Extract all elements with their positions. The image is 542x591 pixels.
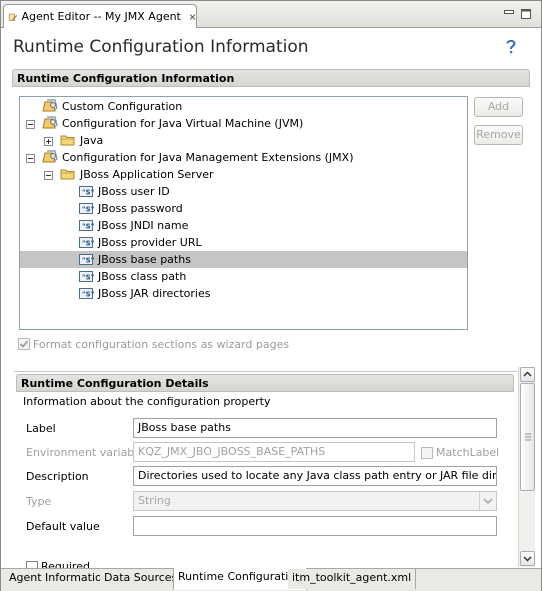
tree-item-label: Configuration for Java Virtual Machine (… <box>62 117 304 130</box>
config-icon <box>42 116 58 130</box>
config-tree[interactable]: Custom Configuration Configuration for Ja… <box>19 96 468 330</box>
svg-text:"S": "S" <box>82 189 94 197</box>
tree-item-label: JBoss class path <box>98 270 187 283</box>
collapse-icon[interactable] <box>44 170 53 180</box>
env-var-field[interactable]: KQZ_JMX_JBO_JBOSS_BASE_PATHS <box>133 442 415 462</box>
page-title: Runtime Configuration Information <box>13 37 309 57</box>
type-value: String <box>138 494 171 507</box>
agent-editor-icon <box>8 13 18 21</box>
description-field[interactable]: Directories used to locate any Java clas… <box>133 466 497 486</box>
tree-item[interactable]: "S" JBoss password <box>20 200 467 217</box>
string-property-icon: "S" <box>78 235 94 249</box>
tree-item[interactable]: JBoss Application Server <box>20 166 467 183</box>
matchlabel-option[interactable]: MatchLabel <box>421 446 499 459</box>
editor-tab-title: Agent Editor -- My JMX Agent <box>21 10 181 23</box>
details-scrollbar[interactable] <box>518 367 535 567</box>
chevron-up-icon <box>523 371 532 377</box>
minimize-icon[interactable] <box>503 8 516 20</box>
string-property-icon: "S" <box>78 218 94 232</box>
folder-icon <box>60 167 76 181</box>
tab-agent-information[interactable]: Agent Information <box>5 569 114 589</box>
svg-text:"S": "S" <box>82 274 94 282</box>
config-icon <box>42 150 58 164</box>
editor-page-tabs: Agent Information Data Sources Runtime C… <box>1 568 541 591</box>
tab-runtime-configuration[interactable]: Runtime Configuration <box>173 568 308 590</box>
editor-tab-bar: Agent Editor -- My JMX Agent <box>1 1 541 28</box>
close-icon[interactable] <box>189 11 196 23</box>
scroll-down-button[interactable] <box>520 551 535 566</box>
tree-item[interactable]: "S" JBoss base paths <box>20 251 467 268</box>
tree-item[interactable]: Configuration for Java Virtual Machine (… <box>20 115 467 132</box>
svg-text:"S": "S" <box>82 223 94 231</box>
label-field[interactable]: JBoss base paths <box>133 418 497 438</box>
tree-item[interactable]: "S" JBoss JNDI name <box>20 217 467 234</box>
tree-item-label: JBoss JNDI name <box>98 219 189 232</box>
grip-icon <box>525 433 531 441</box>
matchlabel-checkbox[interactable] <box>421 446 433 459</box>
env-var-label: Environment variable <box>26 446 145 459</box>
label-field-label: Label <box>26 422 56 435</box>
type-select[interactable]: String <box>133 491 497 511</box>
scroll-thumb[interactable] <box>520 383 535 491</box>
folder-icon <box>60 133 76 147</box>
type-label: Type <box>26 495 52 508</box>
details-header: Runtime Configuration Details <box>16 374 514 392</box>
remove-button[interactable]: Remove <box>474 125 523 145</box>
config-icon <box>42 99 58 113</box>
section-header: Runtime Configuration Information <box>12 69 530 87</box>
svg-text:"S": "S" <box>82 206 94 214</box>
tree-item[interactable]: Configuration for Java Management Extens… <box>20 149 467 166</box>
tree-item[interactable]: Custom Configuration <box>20 98 467 115</box>
tree-item-label: JBoss JAR directories <box>98 287 211 300</box>
matchlabel-label: MatchLabel <box>436 446 500 459</box>
tree-item-label: JBoss base paths <box>98 253 191 266</box>
maximize-icon[interactable] <box>520 8 533 20</box>
help-icon[interactable] <box>503 38 519 56</box>
string-property-icon: "S" <box>78 252 94 266</box>
wizard-pages-label: Format configuration sections as wizard … <box>33 337 290 351</box>
tree-item-label: JBoss Application Server <box>80 168 214 181</box>
tree-item-label: Configuration for Java Management Extens… <box>62 151 354 164</box>
editor-tab[interactable]: Agent Editor -- My JMX Agent <box>3 4 197 28</box>
default-value-label: Default value <box>26 520 100 533</box>
chevron-down-icon <box>523 556 532 562</box>
description-label: Description <box>26 470 89 483</box>
tree-item[interactable]: "S" JBoss class path <box>20 268 467 285</box>
svg-text:"S": "S" <box>82 240 94 248</box>
tree-item-label: JBoss password <box>98 202 183 215</box>
tree-item[interactable]: "S" JBoss user ID <box>20 183 467 200</box>
tree-item-label: Java <box>80 134 104 147</box>
details-panel: Runtime Configuration Details Informatio… <box>14 371 517 569</box>
string-property-icon: "S" <box>78 201 94 215</box>
editor-window: Agent Editor -- My JMX Agent Runtime Con… <box>0 0 542 591</box>
string-property-icon: "S" <box>78 269 94 283</box>
tab-data-sources[interactable]: Data Sources <box>100 569 183 589</box>
tree-item-label: JBoss user ID <box>98 185 170 198</box>
default-value-field[interactable] <box>133 516 497 536</box>
svg-text:"S": "S" <box>82 291 94 299</box>
tab-itm-toolkit-agent-xml[interactable]: itm_toolkit_agent.xml <box>288 569 417 589</box>
tree-item[interactable]: "S" JBoss JAR directories <box>20 285 467 302</box>
checkmark-icon <box>19 340 29 348</box>
collapse-icon[interactable] <box>26 119 35 129</box>
dropdown-arrow[interactable] <box>479 492 496 510</box>
wizard-pages-option[interactable]: Format configuration sections as wizard … <box>18 337 289 351</box>
tree-item[interactable]: Java <box>20 132 467 149</box>
wizard-pages-checkbox[interactable] <box>18 338 30 350</box>
tree-item-label: JBoss provider URL <box>98 236 202 249</box>
string-property-icon: "S" <box>78 184 94 198</box>
details-description: Information about the configuration prop… <box>23 395 271 408</box>
collapse-icon[interactable] <box>26 153 35 163</box>
chevron-down-icon <box>483 498 493 505</box>
svg-text:"S": "S" <box>82 257 94 265</box>
expand-icon[interactable] <box>44 136 53 146</box>
tree-item[interactable]: "S" JBoss provider URL <box>20 234 467 251</box>
scroll-up-button[interactable] <box>520 367 535 382</box>
string-property-icon: "S" <box>78 286 94 300</box>
add-button[interactable]: Add <box>474 97 523 117</box>
tree-item-label: Custom Configuration <box>62 100 183 113</box>
